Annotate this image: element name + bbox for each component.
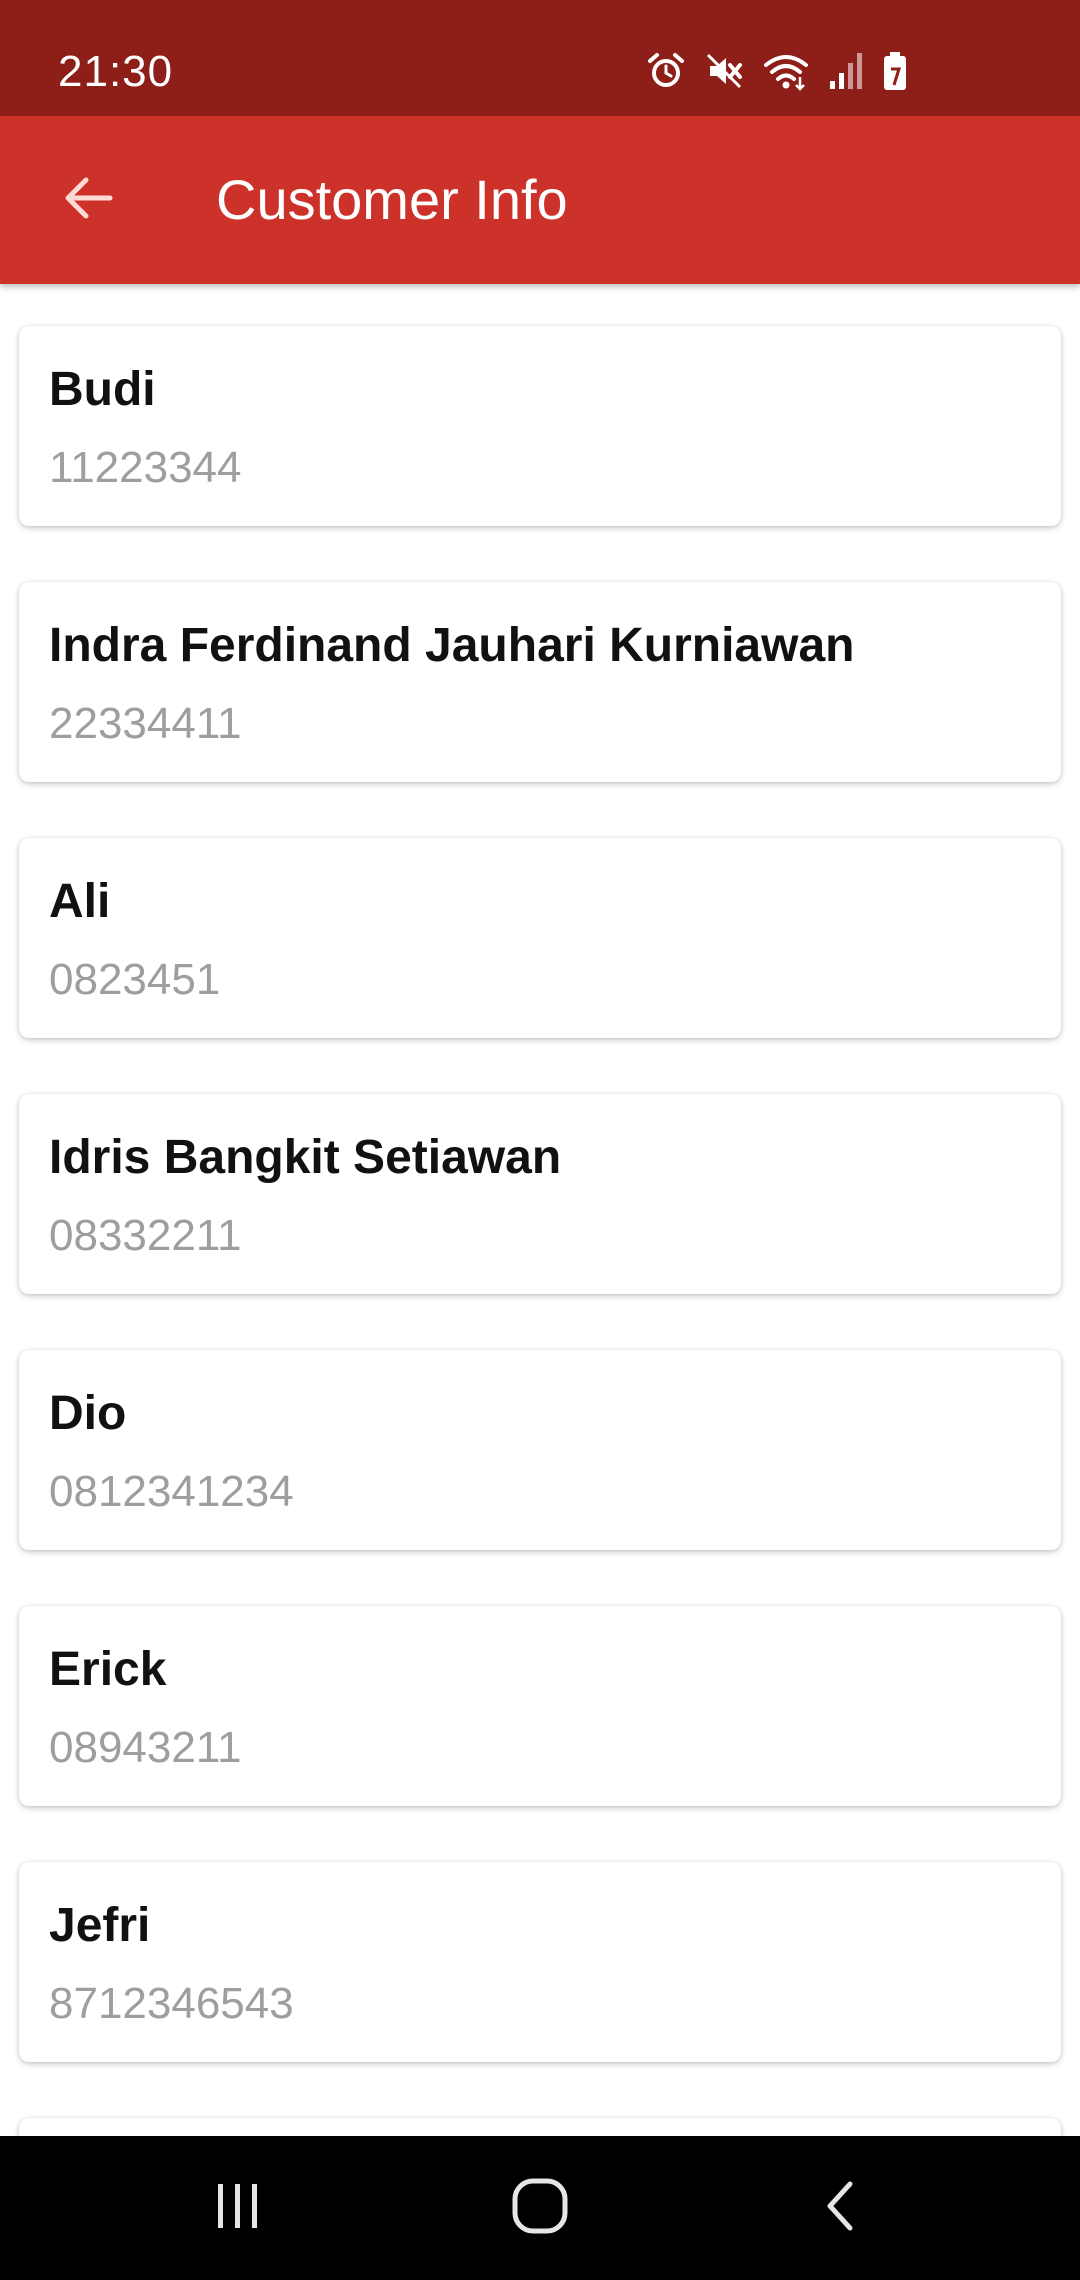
customer-card[interactable]: Budi 11223344 — [19, 326, 1061, 526]
customer-name: Idris Bangkit Setiawan — [49, 1131, 562, 1184]
customer-name: Dio — [49, 1387, 127, 1440]
page-title: Customer Info — [216, 168, 568, 231]
customer-phone: 0823451 — [49, 955, 221, 1004]
customer-card[interactable]: Idris Bangkit Setiawan 08332211 — [19, 1094, 1061, 1294]
customer-phone: 8712346543 — [49, 1979, 294, 2028]
back-icon — [814, 2178, 870, 2239]
home-button[interactable] — [480, 2166, 600, 2250]
status-time: 21:30 — [58, 47, 174, 96]
customer-phone: 08943211 — [49, 1723, 242, 1772]
status-icons — [646, 48, 908, 94]
arrow-left-icon — [60, 170, 116, 231]
customer-phone: 08332211 — [49, 1211, 242, 1260]
customer-name: Erick — [49, 1643, 167, 1696]
recent-apps-icon — [210, 2178, 266, 2239]
customer-card[interactable]: Ali 0823451 — [19, 838, 1061, 1038]
navigation-bar — [0, 2136, 1080, 2280]
status-bar: 21:30 — [0, 0, 1080, 116]
customer-name: Indra Ferdinand Jauhari Kurniawan — [49, 619, 855, 672]
customer-card[interactable]: Indra Ferdinand Jauhari Kurniawan 223344… — [19, 582, 1061, 782]
customer-list[interactable]: Budi 11223344 Indra Ferdinand Jauhari Ku… — [0, 284, 1080, 2136]
back-button[interactable] — [40, 152, 136, 248]
alarm-icon — [646, 51, 686, 91]
battery-icon — [882, 51, 908, 91]
customer-phone: 0812341234 — [49, 1467, 294, 1516]
recent-apps-button[interactable] — [178, 2166, 298, 2250]
customer-card-partial[interactable] — [19, 2118, 1061, 2136]
customer-phone: 22334411 — [49, 699, 242, 748]
nav-back-button[interactable] — [782, 2166, 902, 2250]
customer-name: Jefri — [49, 1899, 151, 1952]
mute-icon — [704, 51, 744, 91]
wifi-icon — [762, 51, 810, 91]
customer-phone: 11223344 — [49, 443, 242, 492]
app-bar: Customer Info — [0, 116, 1080, 284]
customer-card[interactable]: Jefri 8712346543 — [19, 1862, 1061, 2062]
signal-icon — [828, 51, 864, 91]
home-icon — [510, 2176, 570, 2241]
customer-name: Ali — [49, 875, 111, 928]
customer-name: Budi — [49, 363, 156, 416]
customer-card[interactable]: Dio 0812341234 — [19, 1350, 1061, 1550]
customer-card[interactable]: Erick 08943211 — [19, 1606, 1061, 1806]
